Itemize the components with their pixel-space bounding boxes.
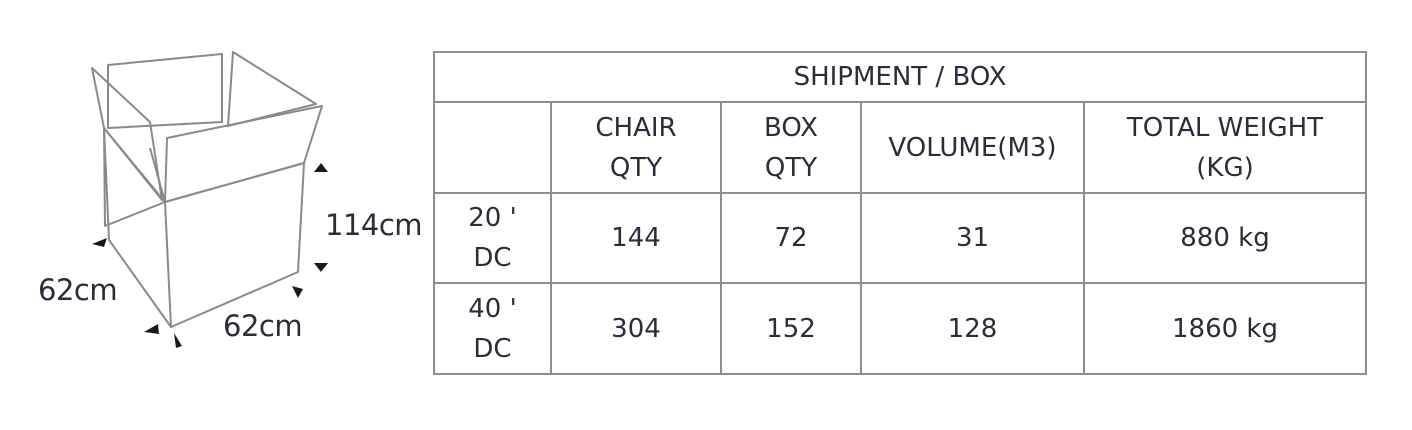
table-row: 20 ' DC 144 72 31 880 kg	[433, 191, 1367, 285]
container-type-cell: 20 ' DC	[433, 191, 552, 285]
header-line: CHAIR	[595, 112, 677, 143]
arrow-icon	[314, 263, 328, 272]
arrow-icon	[92, 238, 107, 247]
box-qty-cell: 72	[720, 191, 862, 285]
depth-dimension-label: 62cm	[38, 273, 118, 307]
front-flap	[164, 105, 323, 203]
header-line: QTY	[609, 152, 663, 183]
chair-qty-cell: 144	[550, 191, 722, 285]
header-chair-qty: CHAIR QTY	[550, 101, 722, 194]
header-line: (KG)	[1196, 152, 1254, 183]
header-line: VOLUME(M3)	[888, 132, 1057, 163]
volume-cell: 31	[860, 191, 1085, 285]
arrow-icon	[292, 286, 303, 298]
box-qty-cell: 152	[720, 282, 862, 375]
right-back-flap	[227, 51, 317, 127]
table-row: 40 ' DC 304 152 128 1860 kg	[433, 282, 1367, 375]
chair-qty-cell: 304	[550, 282, 722, 375]
table-header-row: CHAIR QTY BOX QTY VOLUME(M3) TOTAL WEIGH…	[433, 101, 1367, 194]
container-size: 40 '	[468, 293, 517, 324]
table-title: SHIPMENT / BOX	[433, 50, 1367, 104]
header-line: BOX	[764, 112, 818, 143]
container-size: 20 '	[468, 203, 517, 234]
arrow-icon	[174, 333, 182, 348]
table-title-row: SHIPMENT / BOX	[433, 50, 1367, 104]
arrow-icon	[144, 324, 159, 334]
total-weight-cell: 880 kg	[1083, 191, 1367, 285]
back-flap	[107, 53, 223, 129]
header-box-qty: BOX QTY	[720, 101, 862, 194]
container-type: DC	[473, 243, 512, 274]
width-dimension-label: 62cm	[223, 309, 303, 343]
header-total-weight: TOTAL WEIGHT (KG)	[1083, 101, 1367, 194]
header-cell-empty	[433, 101, 552, 194]
total-weight-cell: 1860 kg	[1083, 282, 1367, 375]
height-dimension-label: 114cm	[325, 208, 423, 242]
container-type-cell: 40 ' DC	[433, 282, 552, 375]
carton-box-illustration: 114cm 62cm 62cm	[0, 0, 430, 426]
container-type: DC	[473, 333, 512, 364]
header-line: QTY	[764, 152, 818, 183]
box-front-face	[164, 162, 305, 328]
volume-cell: 128	[860, 282, 1085, 375]
box-left-top	[103, 127, 166, 227]
arrow-icon	[314, 163, 328, 172]
shipment-table: SHIPMENT / BOX CHAIR QTY BOX QTY VOLUME(…	[433, 50, 1367, 375]
left-flap	[91, 67, 163, 201]
header-volume: VOLUME(M3)	[860, 101, 1085, 194]
header-line: TOTAL WEIGHT	[1126, 112, 1324, 143]
